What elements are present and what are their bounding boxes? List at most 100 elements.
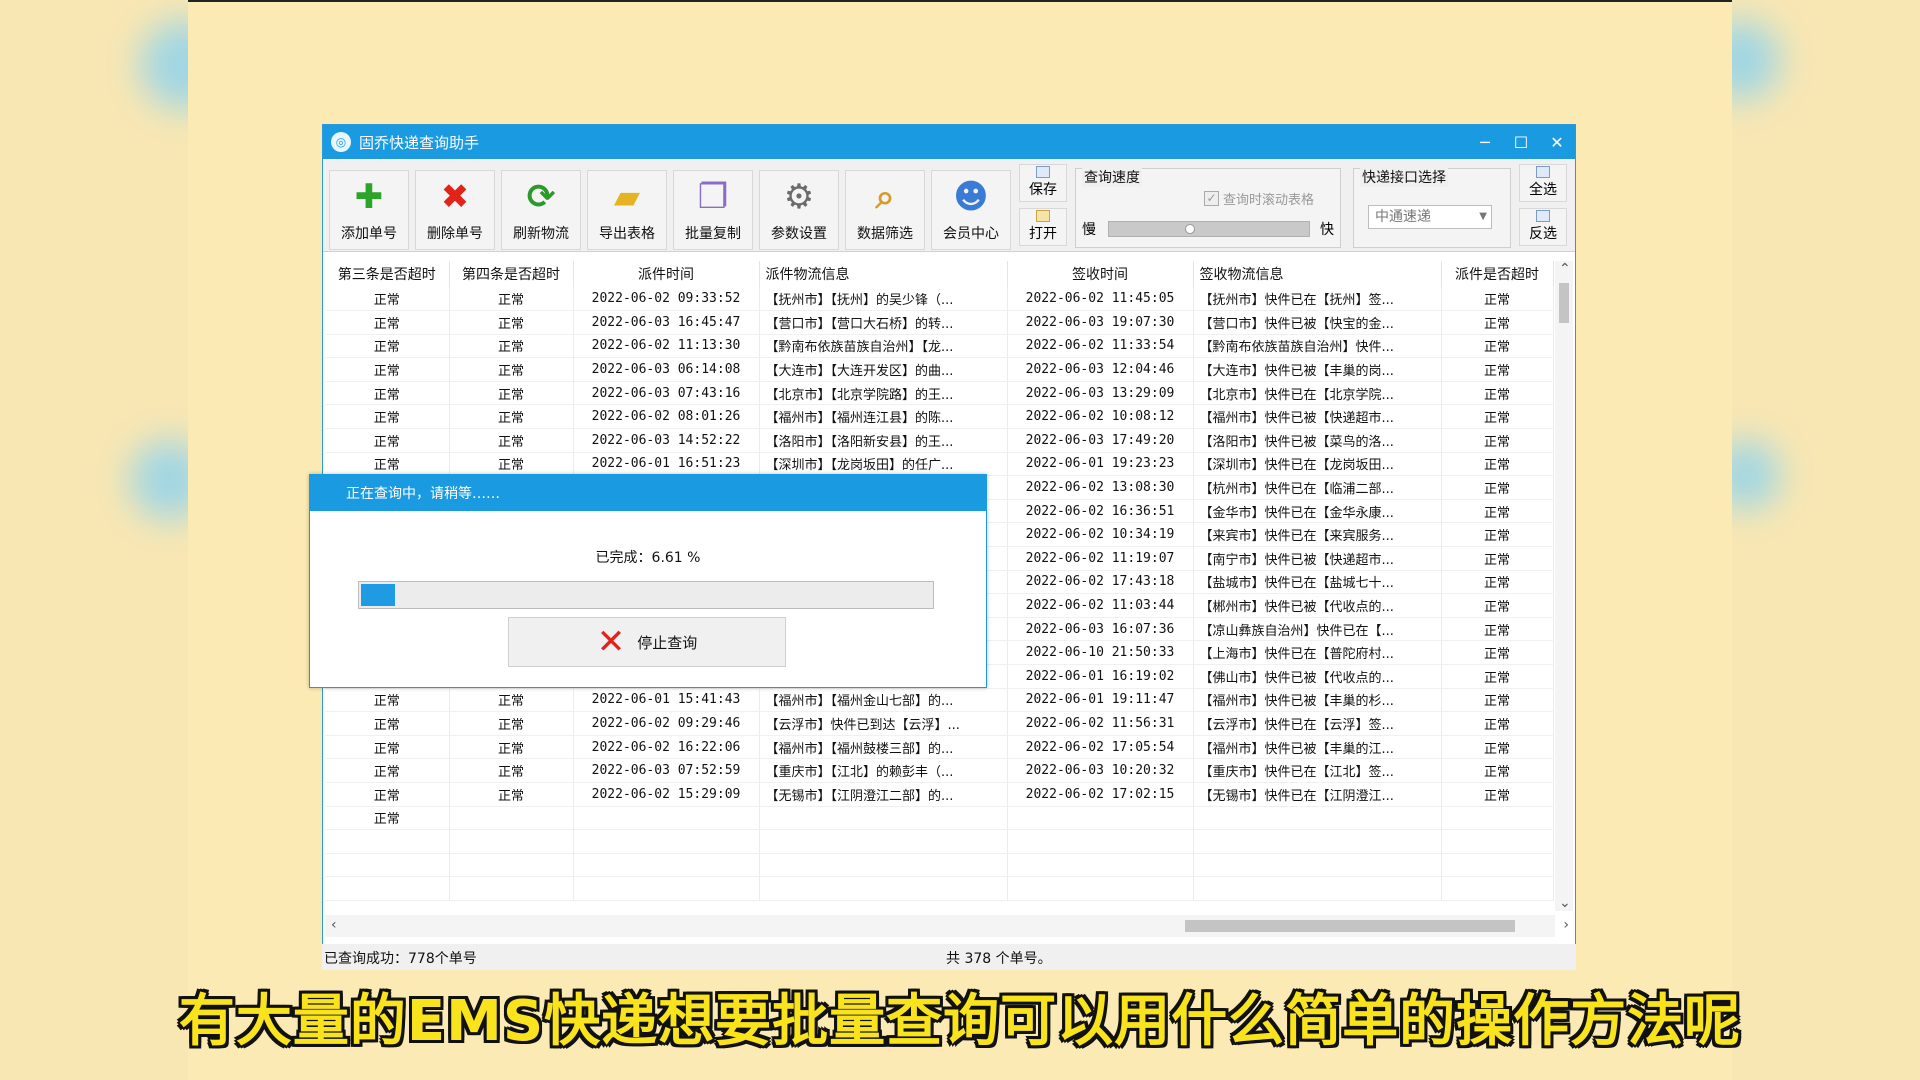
- column-header[interactable]: 派件时间: [573, 261, 760, 287]
- table-cell: 2022-06-02 16:36:51: [1007, 499, 1194, 524]
- speed-slider-handle[interactable]: [1185, 224, 1195, 234]
- table-cell: 正常: [1441, 735, 1554, 760]
- scroll-down-icon[interactable]: ⌄: [1559, 895, 1571, 911]
- scroll-right-icon[interactable]: ›: [1563, 917, 1569, 933]
- table-row[interactable]: [325, 853, 1554, 878]
- table-cell: 【上海市】快件已在【普陀府村...: [1193, 640, 1442, 665]
- table-cell: 2022-06-01 19:23:23: [1007, 452, 1194, 477]
- table-cell: 正常: [325, 357, 450, 382]
- table-cell: 正常: [325, 404, 450, 430]
- table-row[interactable]: 正常 正常 2022-06-03 16:45:47 【营口市】【营口大石桥】的转...…: [325, 310, 1554, 335]
- column-header[interactable]: 第三条是否超时: [325, 261, 450, 287]
- table-cell: 【来宾市】快件已在【来宾服务...: [1193, 522, 1442, 548]
- table-row[interactable]: 正常: [325, 806, 1554, 831]
- horizontal-scrollbar[interactable]: ‹ ›: [325, 915, 1569, 937]
- save-icon: [1036, 166, 1050, 178]
- table-cell: 正常: [1441, 381, 1554, 406]
- table-cell: 2022-06-03 16:07:36: [1007, 617, 1194, 642]
- column-header[interactable]: 签收物流信息: [1193, 261, 1442, 287]
- table-cell: 正常: [1441, 499, 1554, 524]
- invert-select-button[interactable]: 反选: [1519, 208, 1567, 246]
- api-selected-value: 中通速递: [1375, 209, 1431, 225]
- table-cell: 正常: [449, 758, 574, 783]
- table-row[interactable]: 正常 正常 2022-06-02 09:29:46 【云浮市】快件已到达【云浮】...…: [325, 711, 1554, 736]
- table-row[interactable]: 正常 正常 2022-06-03 06:14:08 【大连市】【大连开发区】的曲...…: [325, 357, 1554, 382]
- scroll-up-icon[interactable]: ⌃: [1559, 261, 1571, 277]
- table-cell: 2022-06-02 16:22:06: [573, 735, 760, 760]
- table-cell: 正常: [449, 782, 574, 807]
- table-row[interactable]: 正常 正常 2022-06-03 07:43:16 【北京市】【北京学院路】的王...…: [325, 381, 1554, 406]
- table-row[interactable]: 正常 正常 2022-06-02 16:22:06 【福州市】【福州鼓楼三部】的...…: [325, 735, 1554, 760]
- column-header[interactable]: 签收时间: [1007, 261, 1194, 287]
- table-cell: 正常: [325, 428, 450, 453]
- open-label: 打开: [1029, 226, 1057, 242]
- table-cell: 2022-06-10 21:50:33: [1007, 640, 1194, 665]
- api-select[interactable]: 中通速递 ▼: [1368, 205, 1492, 229]
- minimize-button[interactable]: ─: [1467, 133, 1503, 152]
- plus-icon: ✚: [354, 177, 384, 217]
- table-cell: 【云浮市】快件已在【云浮】签...: [1193, 711, 1442, 736]
- table-row[interactable]: 正常 正常 2022-06-03 14:52:22 【洛阳市】【洛阳新安县】的王...…: [325, 428, 1554, 453]
- toolbar-button-6[interactable]: ⚙ 参数设置: [759, 170, 839, 250]
- table-row[interactable]: 正常 正常 2022-06-02 15:29:09 【无锡市】【江阴澄江二部】的...…: [325, 782, 1554, 807]
- table-cell: 正常: [449, 735, 574, 760]
- table-cell: 正常: [449, 381, 574, 406]
- toolbar-button-5[interactable]: ❐ 批量复制: [673, 170, 753, 250]
- progress-bar: [358, 581, 934, 609]
- toolbar-button-7[interactable]: ⌕ 数据筛选: [845, 170, 925, 250]
- select-all-label: 全选: [1529, 182, 1557, 198]
- table-row[interactable]: 正常 正常 2022-06-01 16:51:23 【深圳市】【龙岗坂田】的任广...…: [325, 452, 1554, 477]
- table-cell: 正常: [1441, 570, 1554, 595]
- select-all-button[interactable]: 全选: [1519, 164, 1567, 202]
- table-cell: 正常: [325, 711, 450, 736]
- table-cell: 2022-06-03 17:49:20: [1007, 428, 1194, 453]
- close-button[interactable]: ✕: [1539, 133, 1575, 152]
- table-cell: [573, 853, 760, 878]
- table-row[interactable]: 正常 正常 2022-06-02 08:01:26 【福州市】【福州连江县】的陈...…: [325, 404, 1554, 430]
- table-cell: 【洛阳市】快件已被【菜鸟的洛...: [1193, 428, 1442, 453]
- open-button[interactable]: 打开: [1019, 208, 1067, 246]
- save-button[interactable]: 保存: [1019, 164, 1067, 202]
- table-cell: 2022-06-02 09:33:52: [573, 287, 760, 312]
- column-header[interactable]: 派件是否超时: [1441, 261, 1554, 287]
- table-row[interactable]: 正常 正常 2022-06-02 09:33:52 【抚州市】【抚州】的吴少锋（...…: [325, 287, 1554, 312]
- table-cell: 【抚州市】【抚州】的吴少锋（...: [759, 287, 1008, 312]
- speed-slider[interactable]: [1108, 221, 1310, 237]
- toolbar-button-8[interactable]: ☻ 会员中心: [931, 170, 1011, 250]
- refresh-icon: ⟳: [526, 177, 556, 217]
- column-header[interactable]: 派件物流信息: [759, 261, 1008, 287]
- delete-x-icon: ✖: [440, 177, 470, 217]
- toolbar-button-3[interactable]: ⟳ 刷新物流: [501, 170, 581, 250]
- table-cell: 【重庆市】快件已在【江北】签...: [1193, 758, 1442, 783]
- stop-query-button[interactable]: ✕ 停止查询: [508, 617, 786, 667]
- maximize-button[interactable]: ☐: [1503, 133, 1539, 152]
- slow-label: 慢: [1082, 222, 1096, 238]
- table-row[interactable]: 正常 正常 2022-06-01 15:41:43 【福州市】【福州金山七部】的...…: [325, 688, 1554, 713]
- table-row[interactable]: 正常 正常 2022-06-02 11:13:30 【黔南布依族苗族自治州】【龙...…: [325, 334, 1554, 359]
- vertical-scrollbar[interactable]: ⌃ ⌄: [1555, 261, 1573, 911]
- table-row[interactable]: [325, 876, 1554, 901]
- table-cell: [1007, 853, 1194, 878]
- table-cell: [449, 876, 574, 901]
- table-header-row: 第三条是否超时 第四条是否超时 派件时间 派件物流信息 签收时间 签收物流信息 派件是否超时: [325, 261, 1554, 287]
- save-label: 保存: [1029, 182, 1057, 198]
- table-cell: 【营口市】快件已被【快宝的金...: [1193, 310, 1442, 335]
- table-row[interactable]: 正常 正常 2022-06-03 07:52:59 【重庆市】【江北】的赖彭丰（...…: [325, 758, 1554, 783]
- table-cell: [449, 806, 574, 831]
- scroll-left-icon[interactable]: ‹: [331, 917, 337, 933]
- table-row[interactable]: [325, 829, 1554, 854]
- horizontal-scroll-thumb[interactable]: [1185, 920, 1515, 932]
- table-cell: 正常: [1441, 782, 1554, 807]
- toolbar-button-label: 数据筛选: [857, 226, 913, 242]
- scroll-checkbox[interactable]: ✓ 查询时滚动表格: [1204, 189, 1314, 208]
- toolbar-button-2[interactable]: ✖ 删除单号: [415, 170, 495, 250]
- table-cell: 【金华市】快件已在【金华永康...: [1193, 499, 1442, 524]
- toolbar-button-1[interactable]: ✚ 添加单号: [329, 170, 409, 250]
- stop-x-icon: ✕: [596, 622, 626, 662]
- table-cell: 2022-06-03 14:52:22: [573, 428, 760, 453]
- filter-search-icon: ⌕: [875, 177, 895, 217]
- vertical-scroll-thumb[interactable]: [1559, 283, 1569, 323]
- column-header[interactable]: 第四条是否超时: [449, 261, 574, 287]
- table-cell: 正常: [449, 287, 574, 312]
- toolbar-button-4[interactable]: ▰ 导出表格: [587, 170, 667, 250]
